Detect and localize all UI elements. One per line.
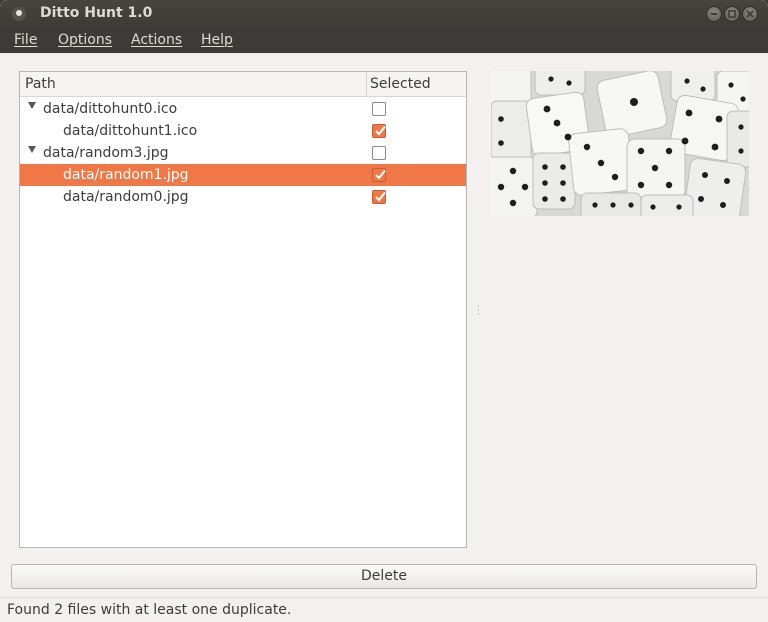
close-button[interactable]: [742, 6, 758, 22]
main-window: Ditto Hunt 1.0 File Options Actions Help…: [0, 0, 768, 622]
tree-row[interactable]: data/dittohunt0.ico: [20, 98, 466, 120]
selected-checkbox[interactable]: [372, 190, 386, 204]
tree-row[interactable]: data/random3.jpg: [20, 142, 466, 164]
minimize-icon: [711, 13, 717, 15]
window-title: Ditto Hunt 1.0: [40, 5, 153, 21]
maximize-button[interactable]: [724, 6, 740, 22]
menu-bar: File Options Actions Help: [0, 28, 768, 53]
checkmark-icon: [375, 191, 386, 202]
expander-arrow-icon[interactable]: [28, 102, 36, 109]
selected-checkbox[interactable]: [372, 124, 386, 138]
menu-help[interactable]: Help: [201, 32, 233, 48]
status-text: Found 2 files with at least one duplicat…: [7, 602, 292, 618]
tree-row-label: data/dittohunt1.ico: [63, 123, 198, 139]
pane-splitter-handle[interactable]: · · ·: [477, 303, 481, 320]
dice-image: [491, 71, 749, 216]
image-preview: [491, 71, 749, 216]
tree-row-selected[interactable]: data/random1.jpg: [20, 164, 466, 186]
selected-checkbox[interactable]: [372, 146, 386, 160]
selected-checkbox[interactable]: [372, 102, 386, 116]
title-bar[interactable]: Ditto Hunt 1.0: [0, 0, 768, 28]
expander-arrow-icon[interactable]: [28, 146, 36, 153]
tree-row[interactable]: data/random0.jpg: [20, 186, 466, 208]
file-tree[interactable]: Path Selected data/dittohunt0.ico data/d…: [19, 71, 467, 548]
delete-button[interactable]: Delete: [11, 564, 757, 589]
column-separator[interactable]: [366, 72, 367, 97]
status-bar: Found 2 files with at least one duplicat…: [0, 597, 768, 622]
checkmark-icon: [375, 125, 386, 136]
tree-row[interactable]: data/dittohunt1.ico: [20, 120, 466, 142]
tree-row-label: data/random0.jpg: [63, 189, 189, 205]
menu-actions[interactable]: Actions: [131, 32, 182, 48]
maximize-icon: [728, 10, 736, 18]
tree-row-label: data/random1.jpg: [63, 167, 189, 183]
menu-options[interactable]: Options: [58, 32, 112, 48]
selected-checkbox[interactable]: [372, 168, 386, 182]
close-icon: [746, 10, 754, 18]
column-header-selected[interactable]: Selected: [370, 76, 431, 92]
menu-file[interactable]: File: [14, 32, 37, 48]
column-header-path[interactable]: Path: [25, 76, 56, 92]
tree-header: Path Selected: [20, 72, 466, 97]
app-icon: [12, 7, 26, 21]
minimize-button[interactable]: [706, 6, 722, 22]
checkmark-icon: [375, 169, 386, 180]
tree-row-label: data/dittohunt0.ico: [43, 101, 178, 117]
tree-row-label: data/random3.jpg: [43, 145, 169, 161]
